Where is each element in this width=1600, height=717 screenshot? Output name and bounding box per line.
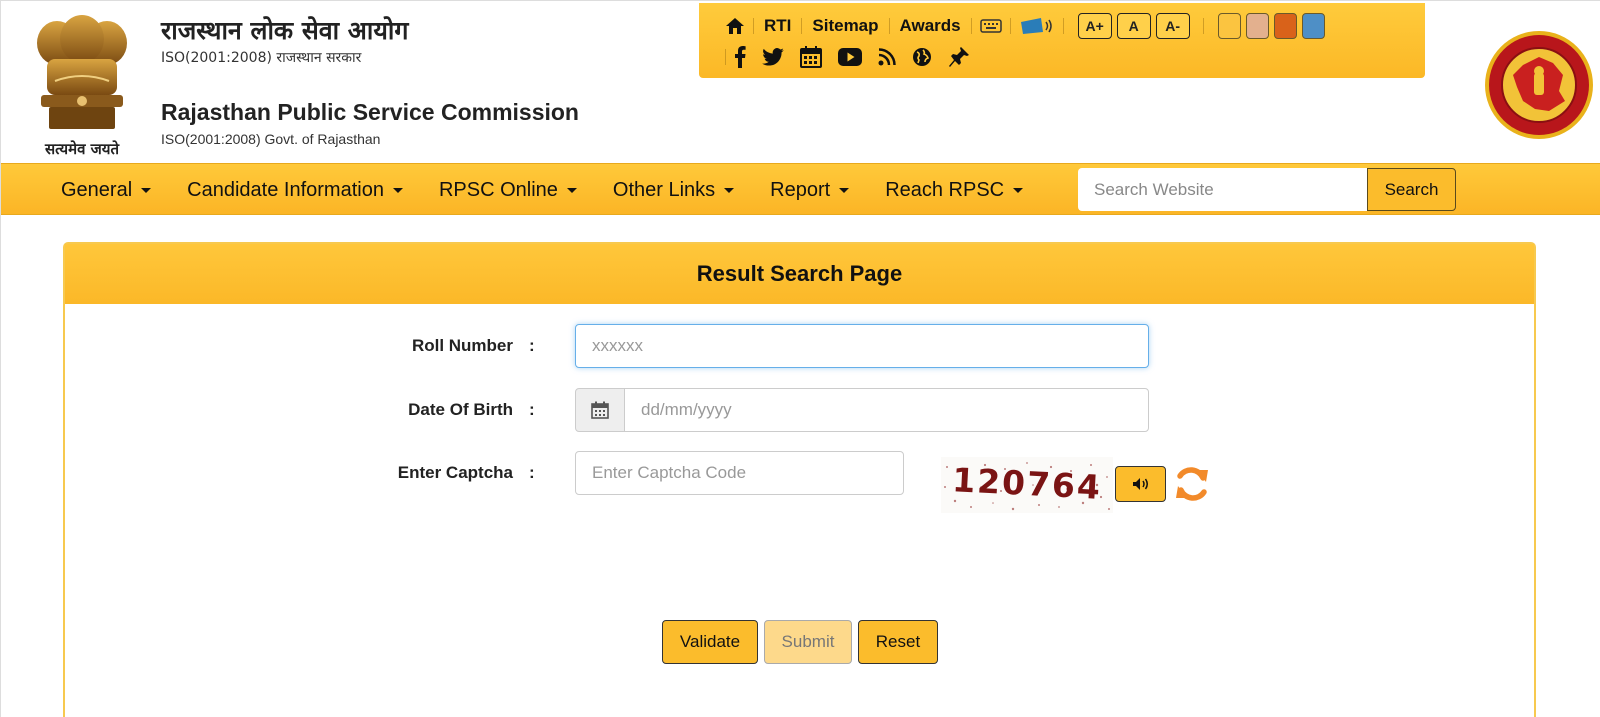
separator (1062, 18, 1064, 34)
pin-icon[interactable] (940, 46, 978, 68)
colon: : (529, 400, 535, 419)
lion-capital-icon (37, 15, 127, 129)
hindi-subtitle: ISO(2001:2008) राजस्थान सरकार (161, 50, 362, 66)
search-website-input[interactable] (1078, 168, 1367, 211)
calendar-addon[interactable] (575, 388, 625, 432)
facebook-icon[interactable] (726, 46, 754, 68)
colon: : (529, 463, 535, 482)
sitemap-link[interactable]: Sitemap (802, 16, 888, 36)
caret-down-icon (724, 187, 735, 193)
nav-other-links[interactable]: Other Links (595, 179, 752, 202)
nav-label: Reach RPSC (885, 178, 1005, 201)
english-subtitle: ISO(2001:2008) Govt. of Rajasthan (161, 131, 381, 147)
globe-icon[interactable] (904, 47, 940, 67)
result-search-panel: Result Search Page Roll Number : Date Of… (63, 242, 1536, 717)
validate-button[interactable]: Validate (662, 620, 758, 664)
captcha-image: 120764 (941, 457, 1113, 513)
font-increase-button[interactable]: A+ (1077, 13, 1112, 39)
caret-down-icon (141, 187, 152, 193)
panel-title: Result Search Page (696, 261, 903, 286)
separator (801, 18, 803, 34)
nav-reach-rpsc[interactable]: Reach RPSC (867, 179, 1041, 202)
captcha-label: Enter Captcha (397, 463, 513, 482)
separator (1009, 18, 1011, 34)
nav-label: Other Links (612, 178, 716, 201)
english-title: Rajasthan Public Service Commission (161, 99, 579, 125)
rti-link[interactable]: RTI (754, 16, 801, 36)
date-of-birth-label: Date Of Birth (408, 400, 513, 419)
submit-button[interactable]: Submit (764, 620, 852, 664)
font-reset-button[interactable]: A (1116, 13, 1151, 39)
date-of-birth-input[interactable] (624, 388, 1149, 432)
theme-swatch-peach[interactable] (1245, 13, 1269, 39)
theme-swatch-orange[interactable] (1273, 13, 1297, 39)
awards-link[interactable]: Awards (890, 16, 971, 36)
screen-reader-icon[interactable] (1011, 16, 1063, 36)
state-emblem: सत्यमेव जयते (27, 11, 137, 159)
separator (753, 18, 754, 34)
home-icon[interactable] (717, 17, 753, 35)
panel-header: Result Search Page (65, 244, 1534, 304)
theme-swatch-blue[interactable] (1301, 13, 1325, 39)
nav-rpsc-online[interactable]: RPSC Online (421, 179, 595, 202)
speaker-icon (1132, 478, 1148, 490)
nav-report[interactable]: Report (752, 179, 867, 202)
nav-candidate-information[interactable]: Candidate Information (169, 179, 421, 202)
main-navbar: General Candidate Information RPSC Onlin… (1, 163, 1600, 215)
roll-number-input[interactable] (575, 324, 1149, 368)
separator (970, 18, 972, 34)
nav-label: Report (770, 178, 831, 201)
caret-down-icon (566, 187, 577, 193)
nav-general[interactable]: General (43, 179, 169, 202)
colon: : (529, 336, 535, 355)
emblem-motto: सत्यमेव जयते (44, 140, 120, 158)
youtube-icon[interactable] (830, 48, 870, 66)
calendar-icon (591, 401, 609, 419)
refresh-captcha-icon[interactable] (1173, 464, 1211, 504)
separator (725, 49, 726, 65)
utility-bar: RTI Sitemap Awards A+ A A- (699, 3, 1425, 78)
font-decrease-button[interactable]: A- (1155, 13, 1190, 39)
captcha-input[interactable] (575, 451, 904, 495)
nav-label: Candidate Information (187, 178, 384, 201)
rss-icon[interactable] (870, 48, 904, 66)
caret-down-icon (1013, 187, 1024, 193)
caret-down-icon (839, 187, 850, 193)
roll-number-label: Roll Number (411, 336, 513, 355)
nav-label: General (61, 178, 133, 201)
caret-down-icon (392, 187, 403, 193)
nav-label: RPSC Online (438, 178, 558, 201)
rpsc-seal-logo (1483, 29, 1595, 141)
hindi-title: राजस्थान लोक सेवा आयोग (161, 16, 409, 45)
captcha-audio-button[interactable] (1115, 466, 1166, 502)
calendar-icon[interactable] (792, 46, 830, 68)
theme-swatch-yellow[interactable] (1217, 13, 1241, 39)
separator (888, 18, 890, 34)
keyboard-icon[interactable] (972, 19, 1010, 33)
reset-button[interactable]: Reset (858, 620, 938, 664)
twitter-icon[interactable] (754, 48, 792, 66)
separator (1202, 18, 1204, 34)
captcha-code-text: 120764 (951, 460, 1103, 507)
search-button[interactable]: Search (1367, 168, 1456, 211)
